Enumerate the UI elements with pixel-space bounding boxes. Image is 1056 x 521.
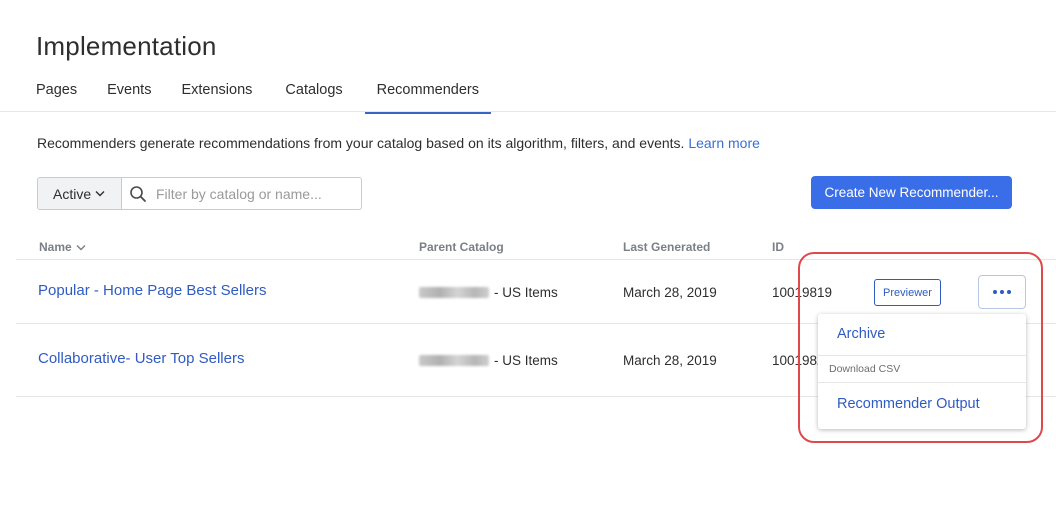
column-header-id: ID <box>772 240 784 254</box>
redacted-catalog-name <box>419 355 489 366</box>
search-input[interactable] <box>156 185 356 202</box>
tab-pages[interactable]: Pages <box>36 82 77 112</box>
page-title: Implementation <box>36 31 217 61</box>
page-description: Recommenders generate recommendations fr… <box>37 135 760 151</box>
learn-more-link[interactable]: Learn more <box>688 135 760 151</box>
status-filter-select[interactable]: Active <box>37 177 122 210</box>
header-divider <box>16 259 1056 260</box>
status-filter-value: Active <box>53 185 92 202</box>
last-generated-cell: March 28, 2019 <box>623 353 717 368</box>
ellipsis-icon <box>992 290 1013 294</box>
description-text: Recommenders generate recommendations fr… <box>37 135 685 151</box>
parent-catalog-cell: - US Items <box>419 353 558 368</box>
more-actions-button[interactable] <box>978 275 1026 309</box>
tab-catalogs[interactable]: Catalogs <box>285 82 342 112</box>
menu-divider <box>818 355 1026 356</box>
sort-chevron-icon <box>76 244 86 250</box>
recommender-output-menu-item[interactable]: Recommender Output <box>818 383 1026 429</box>
previewer-button[interactable]: Previewer <box>874 279 941 306</box>
search-field <box>121 177 362 210</box>
last-generated-cell: March 28, 2019 <box>623 285 717 300</box>
row-actions-menu: Archive Download CSV Recommender Output <box>818 314 1026 429</box>
column-header-name[interactable]: Name <box>39 240 86 254</box>
tab-extensions[interactable]: Extensions <box>181 82 252 112</box>
create-new-recommender-button[interactable]: Create New Recommender... <box>811 176 1012 209</box>
parent-catalog-cell: - US Items <box>419 285 558 300</box>
recommender-name-link[interactable]: Collaborative- User Top Sellers <box>38 350 244 367</box>
id-cell: 10019819 <box>772 285 833 300</box>
tab-events[interactable]: Events <box>107 82 151 112</box>
download-csv-section-header: Download CSV <box>829 363 901 375</box>
column-header-last-generated: Last Generated <box>623 240 711 254</box>
column-header-parent-catalog: Parent Catalog <box>419 240 504 254</box>
search-icon <box>130 185 146 202</box>
tab-recommenders[interactable]: Recommenders <box>364 82 492 114</box>
archive-menu-item[interactable]: Archive <box>818 314 1026 355</box>
recommender-name-link[interactable]: Popular - Home Page Best Sellers <box>38 282 266 299</box>
redacted-catalog-name <box>419 287 489 298</box>
chevron-down-icon <box>95 191 105 197</box>
tabs-divider <box>0 111 1056 112</box>
tab-bar: Pages Events Extensions Catalogs Recomme… <box>36 82 492 114</box>
